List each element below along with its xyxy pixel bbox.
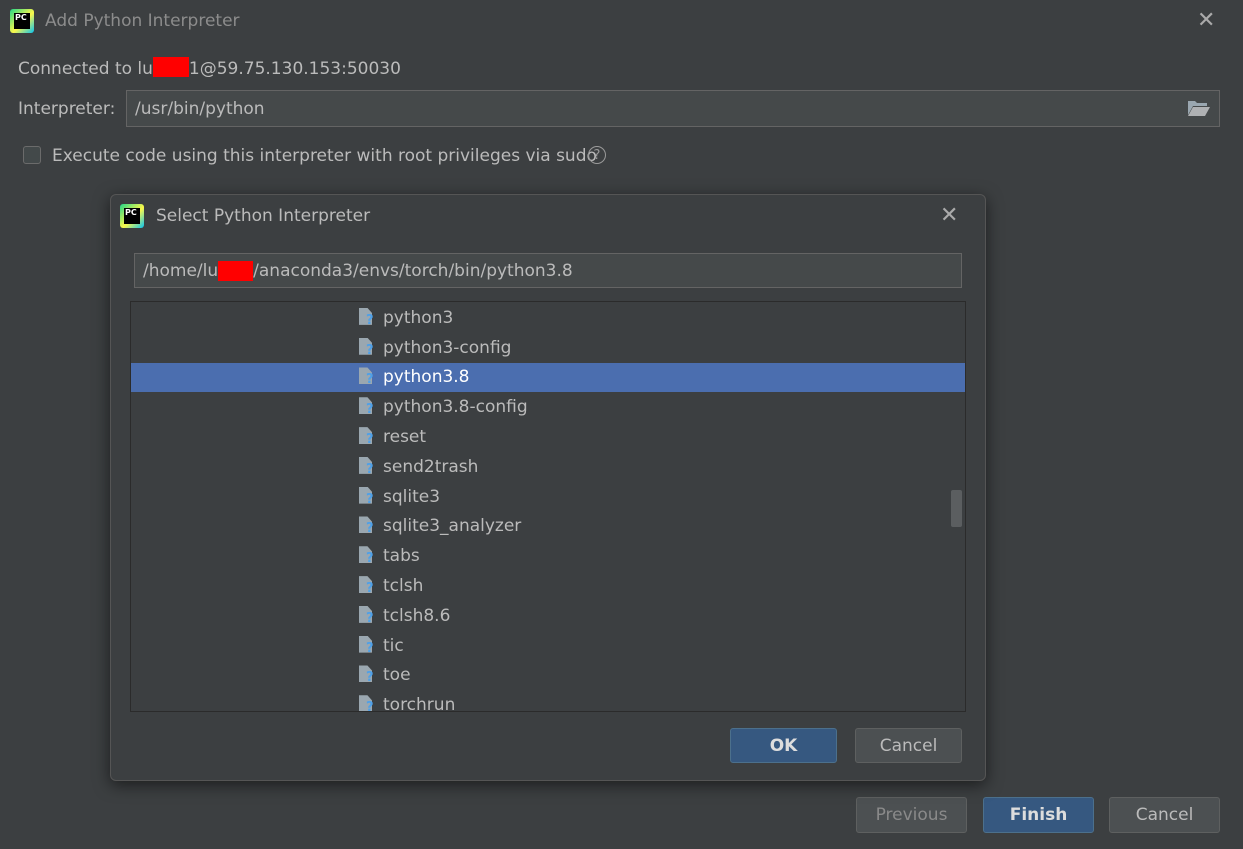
select-interpreter-dialog: PC Select Python Interpreter ✕ /home/lu /… bbox=[110, 194, 986, 781]
file-row[interactable]: ? torchrun bbox=[131, 690, 965, 712]
path-input[interactable]: /home/lu/anaconda3/envs/torch/bin/python… bbox=[134, 253, 962, 288]
inner-dialog-title: Select Python Interpreter bbox=[156, 206, 371, 226]
redaction-mark bbox=[218, 260, 254, 281]
file-row[interactable]: ? tic bbox=[131, 631, 965, 661]
sudo-checkbox[interactable] bbox=[23, 146, 41, 164]
file-row[interactable]: ? tclsh8.6 bbox=[131, 601, 965, 631]
file-row[interactable]: ? toe bbox=[131, 661, 965, 691]
file-row[interactable]: ? python3 bbox=[131, 303, 965, 333]
file-name: python3 bbox=[383, 307, 454, 328]
unknown-file-icon: ? bbox=[359, 486, 375, 507]
file-row[interactable]: ? python3.8-config bbox=[131, 392, 965, 422]
finish-button[interactable]: Finish bbox=[983, 797, 1094, 833]
file-name: toe bbox=[383, 665, 411, 686]
file-name: tclsh bbox=[383, 576, 424, 597]
path-prefix: /home/lu bbox=[143, 260, 219, 281]
unknown-file-icon: ? bbox=[359, 516, 375, 536]
file-row[interactable]: ? python3-config bbox=[131, 333, 965, 363]
pycharm-logo-icon: PC bbox=[120, 204, 144, 228]
tree-scrollbar[interactable] bbox=[951, 490, 962, 527]
interpreter-label: Interpreter: bbox=[18, 99, 116, 119]
file-row[interactable]: ? send2trash bbox=[131, 452, 965, 482]
file-name: tic bbox=[383, 635, 404, 656]
file-name: python3.8 bbox=[383, 367, 470, 388]
file-name: sqlite3 bbox=[383, 486, 441, 507]
file-row[interactable]: ? reset bbox=[131, 422, 965, 452]
redaction-mark bbox=[152, 57, 189, 77]
unknown-file-icon: ? bbox=[359, 546, 375, 566]
help-icon[interactable]: ? bbox=[588, 146, 606, 164]
file-name: tclsh8.6 bbox=[383, 605, 451, 626]
close-icon[interactable]: ✕ bbox=[940, 203, 958, 228]
close-icon[interactable]: ✕ bbox=[1197, 8, 1215, 33]
outer-cancel-button[interactable]: Cancel bbox=[1109, 797, 1220, 833]
unknown-file-icon: ? bbox=[359, 367, 375, 387]
unknown-file-icon: ? bbox=[359, 576, 375, 596]
unknown-file-icon: ? bbox=[359, 665, 375, 685]
file-name: send2trash bbox=[383, 456, 479, 477]
unknown-file-icon: ? bbox=[359, 397, 375, 417]
unknown-file-icon: ? bbox=[359, 605, 375, 626]
file-tree[interactable]: ? python3? python3-config? python3.8? python… bbox=[130, 301, 966, 712]
ok-button[interactable]: OK bbox=[730, 728, 837, 763]
file-name: tabs bbox=[383, 546, 420, 567]
connection-suffix: 1@59.75.130.153:50030 bbox=[188, 59, 401, 79]
file-row[interactable]: ? sqlite3 bbox=[131, 482, 965, 512]
unknown-file-icon: ? bbox=[359, 456, 375, 477]
file-name: sqlite3_analyzer bbox=[383, 516, 522, 537]
connection-prefix: Connected to lu bbox=[18, 59, 153, 79]
pycharm-logo-icon: PC bbox=[10, 9, 34, 33]
previous-button[interactable]: Previous bbox=[856, 797, 967, 833]
file-name: python3-config bbox=[383, 337, 512, 358]
file-row[interactable]: ? tabs bbox=[131, 541, 965, 571]
dialog-title: Add Python Interpreter bbox=[45, 11, 240, 31]
unknown-file-icon: ? bbox=[359, 427, 375, 447]
connection-info: Connected to lu 1@59.75.130.153:50030 bbox=[18, 57, 401, 79]
interpreter-path-field[interactable]: /usr/bin/python bbox=[126, 90, 1220, 127]
sudo-label: Execute code using this interpreter with… bbox=[52, 146, 597, 166]
unknown-file-icon: ? bbox=[359, 635, 375, 656]
path-suffix: /anaconda3/envs/torch/bin/python3.8 bbox=[253, 260, 573, 281]
unknown-file-icon: ? bbox=[359, 307, 375, 328]
file-row[interactable]: ? tclsh bbox=[131, 571, 965, 601]
unknown-file-icon: ? bbox=[359, 695, 375, 711]
file-name: reset bbox=[383, 427, 427, 448]
file-name: torchrun bbox=[383, 695, 456, 712]
folder-open-icon[interactable] bbox=[1187, 98, 1211, 118]
unknown-file-icon: ? bbox=[359, 337, 375, 358]
inner-cancel-button[interactable]: Cancel bbox=[855, 728, 962, 763]
interpreter-path-value: /usr/bin/python bbox=[135, 98, 265, 119]
file-row[interactable]: ? python3.8 bbox=[131, 362, 965, 393]
file-row[interactable]: ? sqlite3_analyzer bbox=[131, 512, 965, 542]
file-name: python3.8-config bbox=[383, 397, 528, 418]
